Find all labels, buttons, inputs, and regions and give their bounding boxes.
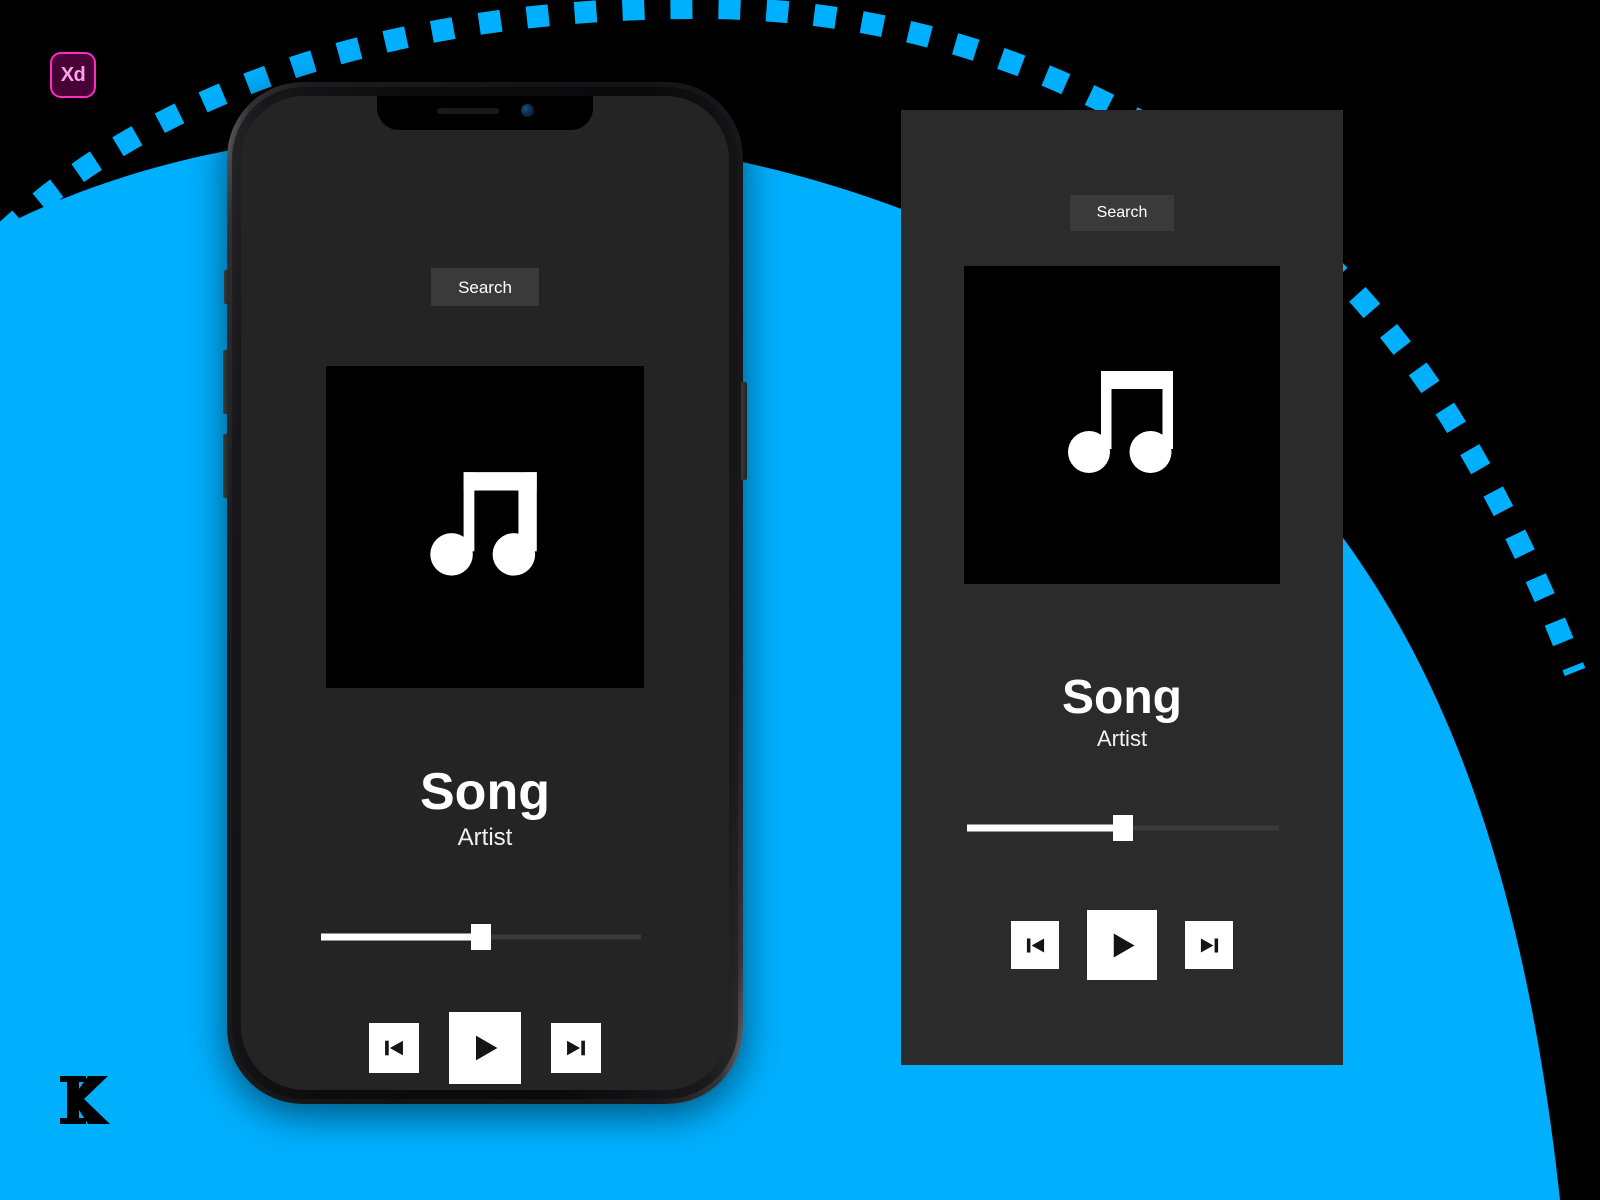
progress-thumb[interactable] (471, 924, 491, 950)
skip-back-icon (1026, 937, 1044, 953)
album-art (326, 366, 644, 688)
song-title: Song (1062, 671, 1182, 724)
previous-button[interactable] (369, 1023, 419, 1073)
playback-controls (241, 1012, 729, 1084)
skip-back-icon (385, 1040, 403, 1056)
volume-down-button[interactable] (223, 434, 229, 498)
progress-fill (321, 933, 481, 941)
front-camera-icon (520, 104, 534, 117)
artist-name: Artist (1096, 726, 1148, 751)
skip-forward-icon (1200, 937, 1218, 953)
progress-thumb[interactable] (1113, 815, 1133, 841)
power-button[interactable] (741, 382, 747, 480)
music-note-icon (430, 472, 537, 576)
volume-up-button[interactable] (223, 350, 229, 414)
song-title: Song (420, 763, 550, 821)
phone-notch (377, 96, 593, 130)
adobe-xd-label: Xd (60, 64, 86, 86)
music-player-app-panel: Search Song Artist (901, 110, 1343, 1065)
music-player-app-phone: Search Song Artist (241, 96, 729, 1090)
music-note-icon (1068, 371, 1173, 473)
next-button[interactable] (1185, 921, 1233, 969)
progress-slider[interactable] (321, 924, 641, 950)
previous-button[interactable] (1011, 921, 1059, 969)
album-art (964, 266, 1280, 584)
skip-forward-icon (567, 1040, 585, 1056)
mute-switch-button[interactable] (224, 270, 229, 304)
play-button[interactable] (449, 1012, 521, 1084)
search-button[interactable]: Search (431, 268, 539, 306)
progress-slider[interactable] (967, 815, 1279, 841)
progress-fill (967, 824, 1123, 832)
next-button[interactable] (551, 1023, 601, 1073)
earpiece-speaker-icon (436, 107, 499, 114)
phone-frame-inner: Search Song Artist (223, 87, 747, 1099)
flat-panel-screen: Search Song Artist (901, 110, 1343, 1065)
play-icon (1113, 932, 1135, 958)
artist-name: Artist (457, 824, 513, 851)
search-button[interactable]: Search (1070, 195, 1174, 231)
phone-screen: Search Song Artist (241, 96, 729, 1090)
adobe-xd-badge: Xd (50, 52, 96, 98)
playback-controls (901, 910, 1343, 980)
play-icon (476, 1035, 498, 1061)
k-logo (60, 1076, 110, 1124)
iphone-mockup: Search Song Artist (223, 82, 747, 1104)
play-button[interactable] (1087, 910, 1157, 980)
